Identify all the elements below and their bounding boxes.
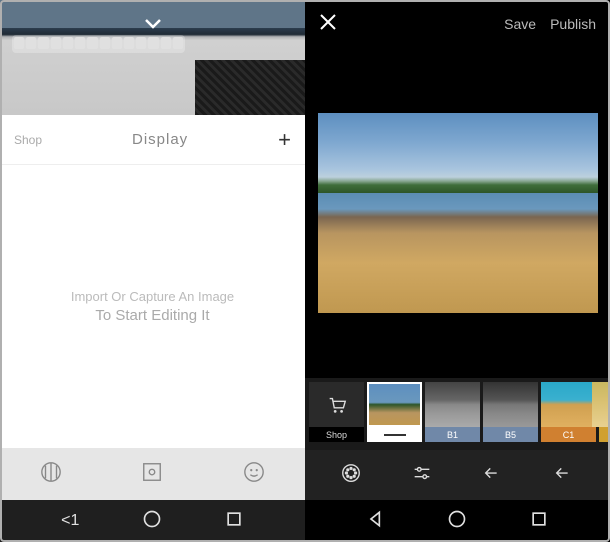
right-editor-panel: Save Publish Shop B1 B5 C1 F2: [305, 0, 610, 500]
add-icon[interactable]: +: [278, 127, 291, 153]
nav-back-icon[interactable]: [366, 509, 386, 534]
preview-image: [0, 0, 305, 115]
filter-label: F2: [599, 427, 610, 442]
filter-label: [367, 427, 422, 442]
nav-home-icon[interactable]: [142, 509, 162, 534]
filter-b1[interactable]: B1: [425, 382, 480, 442]
filter-thumb: [425, 382, 480, 427]
redo-icon[interactable]: [553, 462, 575, 489]
empty-state-line1: Import Or Capture An Image: [71, 289, 234, 304]
android-nav-bars: <1: [0, 500, 610, 542]
nav-home-icon[interactable]: [447, 509, 467, 534]
filter-thumb: [367, 382, 422, 427]
cart-icon: [309, 382, 364, 427]
editing-image[interactable]: [318, 113, 598, 313]
library-icon[interactable]: [40, 461, 62, 488]
filter-b5[interactable]: B5: [483, 382, 538, 442]
nav-badge[interactable]: <1: [61, 512, 79, 530]
undo-icon[interactable]: [482, 462, 504, 489]
macos-dock: [12, 35, 185, 53]
filter-thumb: [483, 382, 538, 427]
editor-header: Save Publish: [305, 0, 610, 48]
face-icon[interactable]: [243, 461, 265, 488]
nav-recent-icon[interactable]: [529, 509, 549, 534]
filter-strip[interactable]: Shop B1 B5 C1 F2: [305, 378, 610, 450]
display-dropdown[interactable]: Display: [132, 131, 188, 148]
filter-c1[interactable]: C1: [541, 382, 596, 442]
close-icon[interactable]: [319, 11, 337, 37]
android-nav-left: <1: [0, 500, 305, 542]
left-bottom-toolbar: [0, 448, 305, 500]
filter-none[interactable]: [367, 382, 422, 442]
filter-thumb: [541, 382, 596, 427]
editor-bottom-toolbar: [305, 450, 610, 500]
save-button[interactable]: Save: [504, 16, 536, 32]
filter-thumb: [592, 382, 610, 427]
editor-canvas-wrap: [305, 48, 610, 378]
filter-label: B5: [483, 427, 538, 442]
chevron-down-icon[interactable]: [144, 14, 162, 35]
left-header: Shop Display +: [0, 115, 305, 165]
capture-icon[interactable]: [141, 461, 163, 488]
adjust-icon[interactable]: [411, 462, 433, 489]
filter-label: B1: [425, 427, 480, 442]
android-nav-right: [305, 500, 610, 542]
shop-link[interactable]: Shop: [14, 133, 42, 147]
left-app-panel: Shop Display + Import Or Capture An Imag…: [0, 0, 305, 500]
empty-state-line2: To Start Editing It: [95, 307, 209, 324]
empty-state[interactable]: Import Or Capture An Image To Start Edit…: [0, 165, 305, 448]
presets-icon[interactable]: [340, 462, 362, 489]
filter-f2[interactable]: F2: [599, 382, 610, 442]
filter-label: C1: [541, 427, 596, 442]
publish-button[interactable]: Publish: [550, 16, 596, 32]
filter-shop[interactable]: Shop: [309, 382, 364, 442]
filter-label: Shop: [309, 427, 364, 442]
nav-recent-icon[interactable]: [224, 509, 244, 534]
